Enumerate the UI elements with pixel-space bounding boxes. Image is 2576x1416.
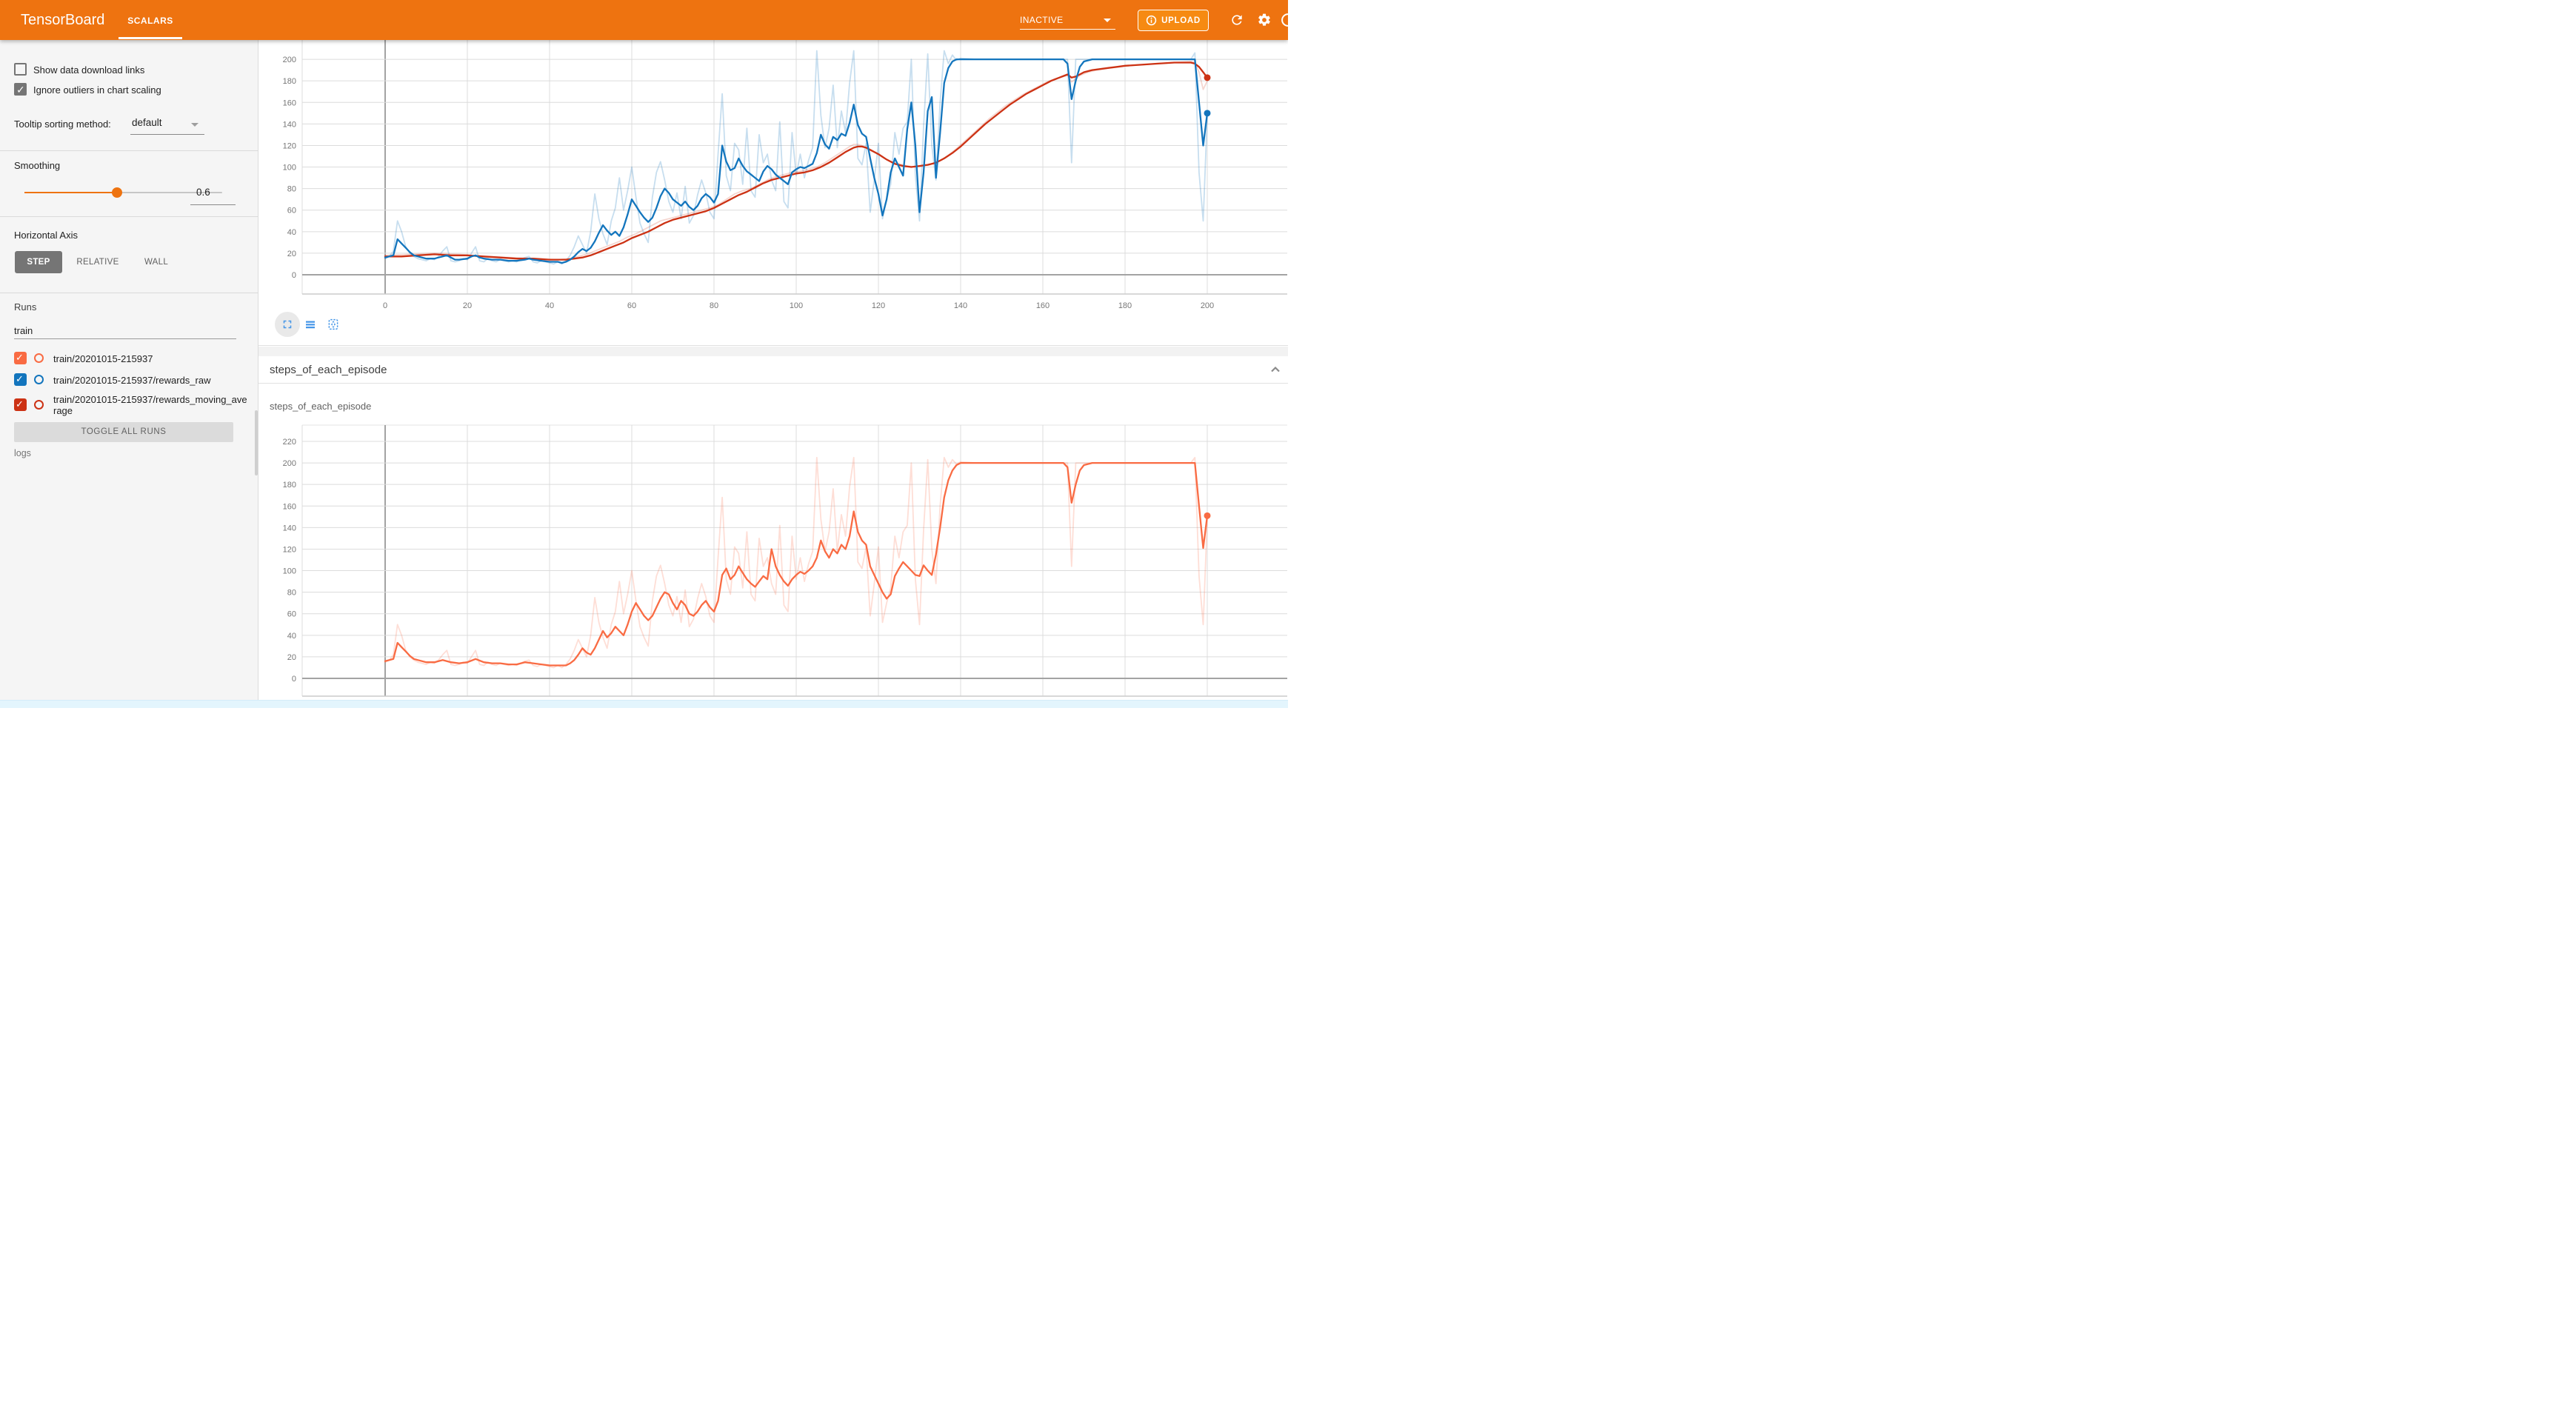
settings-sidebar: Show data download links Ignore outliers… <box>0 40 258 700</box>
svg-text:180: 180 <box>283 481 296 490</box>
rewards-chart-card: 0 20 40 60 80 100 120 140 160 180 200 0 20 40 60 80 100 1… <box>258 40 1288 346</box>
horizontal-axis-label: Horizontal Axis <box>14 230 78 241</box>
svg-text:60: 60 <box>287 610 296 619</box>
svg-text:180: 180 <box>283 77 296 86</box>
tab-scalars[interactable]: SCALARS <box>119 0 182 40</box>
run-checkbox[interactable] <box>14 352 27 364</box>
smoothing-slider-fill <box>24 192 117 193</box>
svg-text:0: 0 <box>292 271 296 280</box>
ignore-outliers-checkbox[interactable] <box>14 83 27 96</box>
svg-text:120: 120 <box>283 545 296 554</box>
smoothing-value[interactable]: 0.6 <box>196 187 210 198</box>
divider <box>0 150 258 151</box>
smoothing-value-underline <box>190 204 236 205</box>
runs-title: Runs <box>14 301 36 313</box>
smoothing-slider[interactable] <box>24 192 222 193</box>
run-color-circle <box>34 400 44 410</box>
run-label[interactable]: train/20201015-215937 <box>53 353 249 364</box>
status-dropdown-value: INACTIVE <box>1020 15 1064 25</box>
axis-button-relative[interactable]: RELATIVE <box>74 251 121 273</box>
chevron-down-icon <box>191 123 198 127</box>
runs-footer-label: logs <box>14 448 31 458</box>
axis-button-step[interactable]: STEP <box>15 251 62 273</box>
expand-icon-button[interactable] <box>275 312 300 337</box>
app-header: TensorBoard SCALARS INACTIVE UPLOAD <box>0 0 1288 40</box>
svg-text:0: 0 <box>292 675 296 684</box>
svg-text:200: 200 <box>1201 301 1214 310</box>
svg-text:60: 60 <box>627 301 636 310</box>
expand-icon <box>281 318 294 331</box>
chevron-up-icon[interactable] <box>1268 362 1283 377</box>
sidebar-scrollbar[interactable] <box>255 410 258 475</box>
tooltip-sorting-underline <box>130 134 204 135</box>
svg-text:40: 40 <box>287 632 296 641</box>
svg-text:160: 160 <box>283 502 296 511</box>
divider <box>0 216 258 217</box>
svg-text:100: 100 <box>283 567 296 576</box>
svg-text:20: 20 <box>463 301 472 310</box>
tab-active-indicator <box>119 37 182 39</box>
ignore-outliers-label: Ignore outliers in chart scaling <box>33 84 161 96</box>
axis-button-wall[interactable]: WALL <box>138 251 175 273</box>
info-icon <box>1146 15 1157 26</box>
app-title: TensorBoard <box>21 0 104 40</box>
svg-text:100: 100 <box>790 301 803 310</box>
svg-text:120: 120 <box>872 301 885 310</box>
svg-text:200: 200 <box>283 459 296 468</box>
status-dropdown[interactable]: INACTIVE <box>1020 10 1115 30</box>
tooltip-sorting-label: Tooltip sorting method: <box>14 118 111 130</box>
svg-text:220: 220 <box>283 438 296 447</box>
svg-text:0: 0 <box>383 301 387 310</box>
runs-filter-input[interactable] <box>14 323 236 339</box>
svg-text:80: 80 <box>287 185 296 194</box>
svg-text:20: 20 <box>287 653 296 662</box>
data-table-icon[interactable] <box>304 318 317 331</box>
svg-text:100: 100 <box>283 164 296 173</box>
svg-text:140: 140 <box>283 120 296 129</box>
svg-text:140: 140 <box>954 301 967 310</box>
section-title: steps_of_each_episode <box>270 356 387 384</box>
bottom-scroll-strip[interactable] <box>0 700 1288 708</box>
rewards-chart[interactable]: 0 20 40 60 80 100 120 140 160 180 200 0 20 40 60 80 100 1… <box>258 40 1288 346</box>
steps-chart-card: steps_of_each_episode 020406080100120140… <box>258 385 1288 700</box>
run-color-circle <box>34 375 44 384</box>
run-label[interactable]: train/20201015-215937/rewards_raw <box>53 375 249 386</box>
tooltip-sorting-select[interactable]: default <box>132 117 162 128</box>
toggle-all-runs-button[interactable]: TOGGLE ALL RUNS <box>14 422 233 442</box>
fit-domain-icon[interactable] <box>327 318 340 331</box>
show-download-links-checkbox[interactable] <box>14 63 27 76</box>
tensorboard-app: TensorBoard SCALARS INACTIVE UPLOAD S <box>0 0 1288 708</box>
run-checkbox[interactable] <box>14 398 27 411</box>
svg-text:80: 80 <box>710 301 718 310</box>
chevron-down-icon <box>1104 19 1111 22</box>
svg-text:40: 40 <box>545 301 554 310</box>
svg-text:180: 180 <box>1118 301 1132 310</box>
upload-button[interactable]: UPLOAD <box>1138 10 1209 31</box>
run-label[interactable]: train/20201015-215937/rewards_moving_ave… <box>53 394 249 416</box>
svg-text:200: 200 <box>283 56 296 64</box>
svg-text:160: 160 <box>283 98 296 107</box>
upload-button-label: UPLOAD <box>1161 16 1201 25</box>
steps-chart[interactable]: 0 20 40 60 80 100 120 140 160 180 200 220 <box>258 385 1288 700</box>
section-header-steps-of-each-episode[interactable]: steps_of_each_episode <box>258 356 1288 384</box>
help-icon[interactable] <box>1281 13 1288 27</box>
settings-icon[interactable] <box>1257 13 1272 27</box>
section-gap <box>258 347 1288 356</box>
refresh-icon[interactable] <box>1229 13 1244 27</box>
svg-text:40: 40 <box>287 228 296 237</box>
svg-text:80: 80 <box>287 589 296 598</box>
svg-text:20: 20 <box>287 250 296 258</box>
run-color-circle <box>34 353 44 363</box>
smoothing-label: Smoothing <box>14 160 60 171</box>
svg-text:60: 60 <box>287 207 296 216</box>
svg-text:120: 120 <box>283 141 296 150</box>
show-download-links-label: Show data download links <box>33 64 144 76</box>
svg-text:160: 160 <box>1036 301 1050 310</box>
svg-text:140: 140 <box>283 524 296 532</box>
smoothing-slider-thumb[interactable] <box>112 187 122 198</box>
run-checkbox[interactable] <box>14 373 27 386</box>
